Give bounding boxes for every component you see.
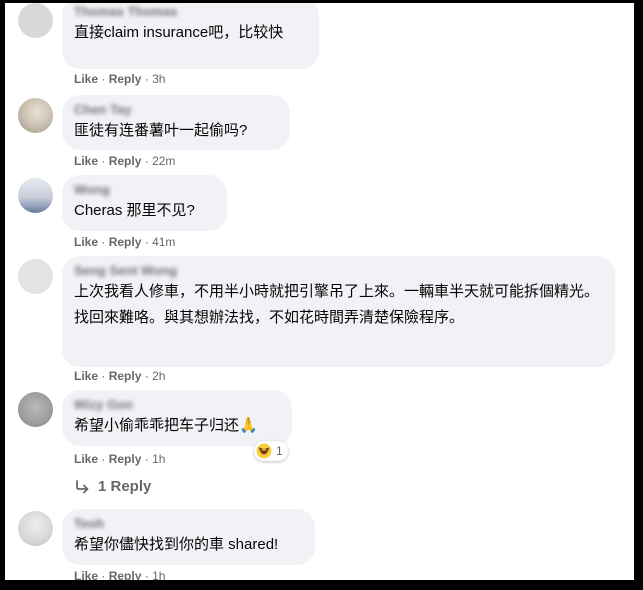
comment-line: 上次我看人修車，不用半小時就把引擎吊了上來。一輛車半天就可能拆個精光。: [74, 283, 600, 300]
like-button[interactable]: Like: [74, 452, 98, 466]
comment-actions: Like · Reply · 22m: [74, 153, 176, 169]
comment-bubble: Thomas Thomas 直接claim insurance吧，比较快: [62, 3, 319, 69]
reaction-count: 1: [276, 444, 283, 458]
comment-bubble: Chen Tay 匪徒有连番薯叶一起偷吗?: [62, 95, 290, 150]
comment-line: 希望小偷乖乖把车子归还🙏: [74, 417, 258, 434]
comment-author[interactable]: Teoh: [74, 516, 303, 532]
comment-text: 希望小偷乖乖把车子归还🙏: [74, 415, 280, 436]
comment-text: 上次我看人修車，不用半小時就把引擎吊了上來。一輛車半天就可能拆個精光。 找回來難…: [74, 281, 603, 328]
avatar[interactable]: [18, 259, 53, 294]
like-button[interactable]: Like: [74, 569, 98, 580]
comment-author[interactable]: Thomas Thomas: [74, 4, 307, 20]
comment-timestamp[interactable]: 22m: [152, 153, 175, 169]
comment-line: 希望你儘快找到你的車 shared!: [74, 536, 279, 553]
avatar[interactable]: [18, 98, 53, 133]
comment-timestamp[interactable]: 41m: [152, 234, 175, 250]
comment-author[interactable]: Chen Tay: [74, 102, 278, 118]
comment-timestamp[interactable]: 2h: [152, 368, 165, 384]
comment-line: 找回來難咯。與其想辦法找，不如花時間弄清楚保險程序。: [74, 309, 465, 326]
view-replies-label[interactable]: 1 Reply: [98, 478, 151, 495]
haha-emoji-icon: [256, 443, 272, 459]
comment-actions: Like · Reply · 3h: [74, 71, 166, 87]
comment-actions: Like · Reply · 2h: [74, 368, 166, 384]
comment-actions: Like · Reply · 1h: [74, 568, 165, 580]
comment-bubble: Wizy Gon 希望小偷乖乖把车子归还🙏: [62, 390, 292, 446]
like-button[interactable]: Like: [74, 154, 98, 168]
reply-button[interactable]: Reply: [109, 369, 142, 383]
reply-button[interactable]: Reply: [109, 154, 142, 168]
comment-bubble: Wong Cheras 那里不见?: [62, 175, 227, 231]
comment-actions: Like · Reply · 1h: [74, 451, 166, 467]
comment-bubble: Seng Sent Wong 上次我看人修車，不用半小時就把引擎吊了上來。一輛車…: [62, 256, 615, 367]
reply-button[interactable]: Reply: [109, 452, 142, 466]
comment-author[interactable]: Seng Sent Wong: [74, 263, 603, 279]
comment-timestamp[interactable]: 3h: [152, 71, 165, 87]
avatar[interactable]: [18, 3, 53, 38]
avatar[interactable]: [18, 511, 53, 546]
comment-text: 直接claim insurance吧，比较快: [74, 22, 307, 43]
comment-line: 直接claim insurance吧，比较快: [74, 24, 284, 41]
comment-line: 匪徒有连番薯叶一起偷吗?: [74, 122, 248, 139]
comment-text: 匪徒有连番薯叶一起偷吗?: [74, 120, 278, 141]
comment-bubble: Teoh 希望你儘快找到你的車 shared!: [62, 509, 315, 565]
like-button[interactable]: Like: [74, 235, 98, 249]
comment-line: Cheras 那里不见?: [74, 202, 195, 219]
comment-author[interactable]: Wizy Gon: [74, 397, 280, 413]
avatar[interactable]: [18, 392, 53, 427]
reply-button[interactable]: Reply: [109, 72, 142, 86]
reaction-summary[interactable]: 1: [254, 441, 288, 461]
avatar[interactable]: [18, 178, 53, 213]
comment-actions: Like · Reply · 41m: [74, 234, 176, 250]
reply-button[interactable]: Reply: [109, 235, 142, 249]
view-replies-link[interactable]: 1 Reply: [74, 478, 151, 495]
comment-text: Cheras 那里不见?: [74, 200, 215, 221]
reply-button[interactable]: Reply: [109, 569, 142, 580]
like-button[interactable]: Like: [74, 72, 98, 86]
comment-timestamp[interactable]: 1h: [152, 568, 165, 580]
comment-author[interactable]: Wong: [74, 182, 215, 198]
like-button[interactable]: Like: [74, 369, 98, 383]
comments-panel: Thomas Thomas 直接claim insurance吧，比较快 Lik…: [5, 3, 634, 580]
comment-text: 希望你儘快找到你的車 shared!: [74, 534, 303, 555]
reply-arrow-icon: [74, 479, 98, 494]
comment-timestamp[interactable]: 1h: [152, 451, 165, 467]
